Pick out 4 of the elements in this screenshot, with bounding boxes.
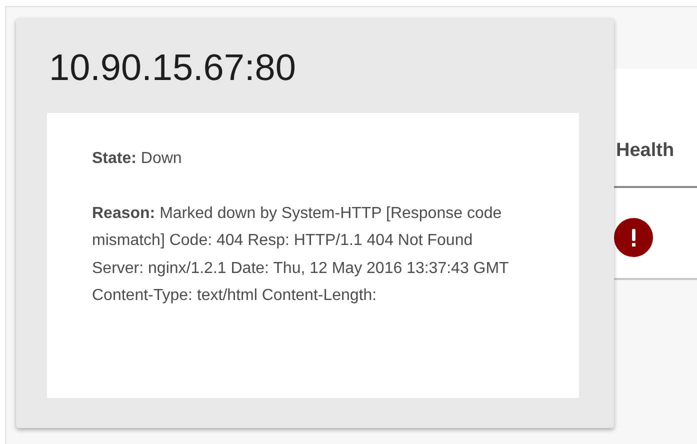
state-text: State: Down [92,149,183,169]
reason-text: Reason: Marked down by System-HTTP [Response code mismatch] Code: 404 Resp: HTTP/1.1 404 Not Found Server: nginx/1.2.1 Date: Thu, 12 May 2016 13:37:43 GMT Content-Type: text/html Content-Length: [92,204,510,306]
column-header: Health [616,138,674,162]
popover-title: 10.90.15.67:80 [48,46,297,90]
